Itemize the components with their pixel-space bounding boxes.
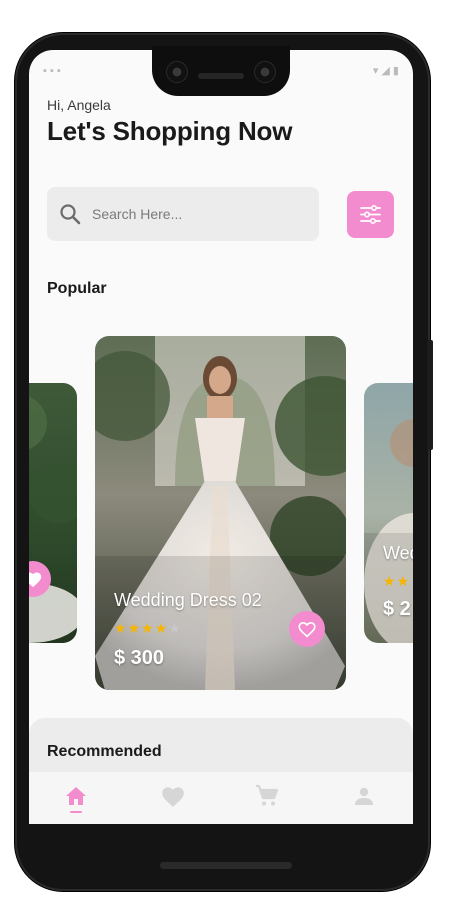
- star-icon: ★: [154, 620, 169, 636]
- popular-heading: Popular: [47, 280, 107, 297]
- camera-icon: [166, 61, 188, 83]
- app-screen: ▪ ▪ ▪ ▾ ◢ ▮ Hi, Angela Let's Shopping No…: [29, 50, 413, 824]
- camera-notch: [152, 46, 290, 96]
- product-rating-right: ★★: [383, 573, 410, 590]
- product-title-right: Wed: [383, 543, 413, 563]
- product-card-right[interactable]: Wed ★★ $ 2: [364, 383, 413, 643]
- product-rating: ★★★★★: [114, 620, 182, 637]
- status-bar-right: ▾ ◢ ▮: [372, 65, 399, 77]
- page-title: Let's Shopping Now: [47, 116, 293, 146]
- nav-profile[interactable]: [352, 784, 382, 814]
- star-icon: ★: [396, 573, 411, 589]
- nav-cart[interactable]: [255, 784, 285, 814]
- search-placeholder: Search Here...: [92, 206, 183, 222]
- cart-icon: [256, 784, 279, 806]
- speaker-grille: [198, 73, 244, 79]
- product-card-main[interactable]: Wedding Dress 02 ★★★★★ $ 300: [95, 336, 346, 690]
- sliders-icon: [360, 204, 381, 225]
- product-title: Wedding Dress 02: [114, 590, 262, 610]
- power-button: [427, 340, 433, 450]
- greeting-text: Hi, Angela: [47, 97, 111, 113]
- star-empty-icon: ★: [168, 620, 182, 636]
- favorite-button[interactable]: [289, 611, 325, 647]
- search-field[interactable]: Search Here...: [47, 187, 319, 241]
- filter-button[interactable]: [347, 191, 394, 238]
- search-icon: [60, 204, 81, 225]
- status-bar-left: ▪ ▪ ▪: [43, 65, 61, 77]
- star-icon: ★: [141, 620, 155, 636]
- product-card-left[interactable]: [29, 383, 77, 643]
- recommended-heading: Recommended: [47, 743, 162, 760]
- bottom-navigation: [29, 771, 413, 824]
- home-icon: [66, 787, 86, 805]
- person-icon: [355, 787, 373, 805]
- heart-icon: [29, 572, 42, 588]
- star-icon: ★: [114, 620, 128, 636]
- nav-favorites[interactable]: [160, 784, 190, 814]
- nav-home[interactable]: [64, 784, 94, 814]
- camera-icon: [254, 61, 276, 83]
- active-indicator: [70, 811, 82, 813]
- product-image-left: [29, 383, 77, 643]
- star-icon: ★: [383, 573, 397, 589]
- product-price-right: $ 2: [383, 598, 411, 620]
- product-price: $ 300: [114, 647, 165, 669]
- heart-outline-icon: [298, 622, 316, 638]
- heart-icon: [162, 787, 184, 807]
- star-icon: ★: [127, 620, 142, 636]
- bottom-speaker: [160, 862, 292, 869]
